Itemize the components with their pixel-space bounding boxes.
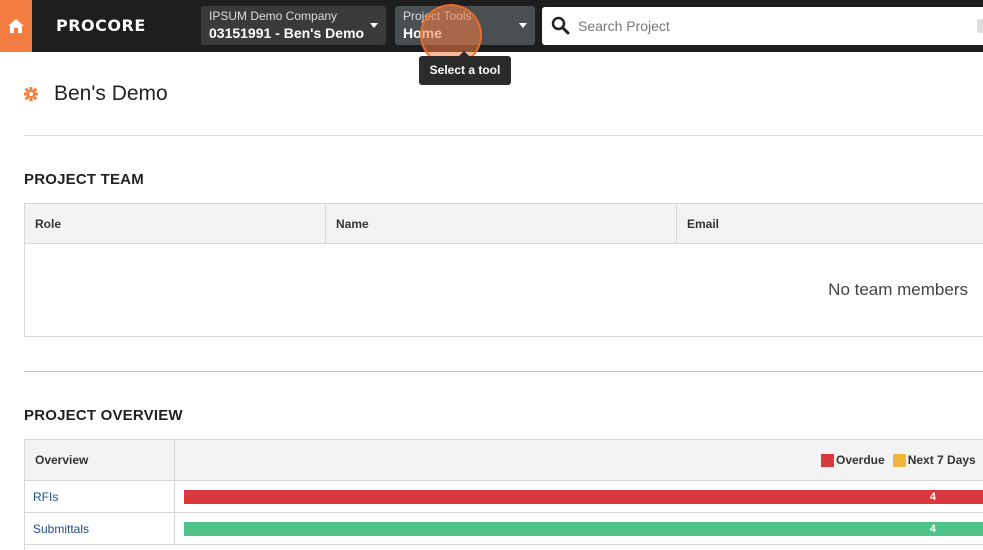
top-navigation-bar: PROCORE IPSUM Demo Company 03151991 - Be… xyxy=(0,0,983,52)
company-project-dropdown[interactable]: IPSUM Demo Company 03151991 - Ben's Demo xyxy=(201,6,386,45)
divider xyxy=(24,135,983,136)
table-row: RFIs 4 xyxy=(25,481,983,513)
project-overview-table: Overview Overdue Next 7 Days RFIs 4 Subm… xyxy=(24,439,983,550)
search-icon xyxy=(551,16,570,35)
search-input[interactable] xyxy=(578,7,968,45)
legend-swatch-overdue xyxy=(821,453,834,467)
project-name: 03151991 - Ben's Demo xyxy=(209,25,365,41)
tooltip: Select a tool xyxy=(419,51,511,85)
chevron-down-icon xyxy=(519,23,527,28)
gear-icon[interactable] xyxy=(24,87,38,101)
column-header-email[interactable]: Email xyxy=(677,204,983,244)
project-team-table: Role Name Email No team members xyxy=(24,203,983,337)
column-header-name[interactable]: Name xyxy=(326,204,677,244)
empty-state-message: No team members xyxy=(828,280,968,299)
section-divider xyxy=(24,371,983,372)
rfis-link[interactable]: RFIs xyxy=(25,481,175,513)
legend-item-next-7-days: Next 7 Days xyxy=(892,453,976,467)
project-team-heading: PROJECT TEAM xyxy=(24,171,144,188)
table-header-row: Role Name Email xyxy=(25,204,983,244)
table-header-row: Overview Overdue Next 7 Days xyxy=(25,440,983,481)
column-header-overview: Overview xyxy=(25,440,175,481)
table-row: Submittals 4 xyxy=(25,513,983,545)
chevron-down-icon xyxy=(370,23,378,28)
company-name: IPSUM Demo Company xyxy=(209,9,338,23)
home-button[interactable] xyxy=(0,0,32,52)
project-overview-heading: PROJECT OVERVIEW xyxy=(24,407,183,424)
rfis-bar[interactable]: 4 xyxy=(184,490,983,504)
column-header-role[interactable]: Role xyxy=(25,204,326,244)
legend: Overdue Next 7 Days xyxy=(821,453,983,467)
legend-label-overdue: Overdue xyxy=(836,453,885,467)
legend-item-overdue: Overdue xyxy=(821,453,885,467)
page-title: Ben's Demo xyxy=(54,82,168,105)
submittals-link[interactable]: Submittals xyxy=(25,513,175,545)
search-project-box[interactable] xyxy=(542,7,983,45)
legend-label-next-7-days: Next 7 Days xyxy=(907,453,976,467)
home-icon xyxy=(8,19,24,33)
submittals-bar[interactable]: 4 xyxy=(184,522,983,536)
search-shortcut-hint xyxy=(977,19,983,33)
procore-logo[interactable]: PROCORE xyxy=(56,16,146,35)
legend-swatch-next-7-days xyxy=(892,453,906,467)
